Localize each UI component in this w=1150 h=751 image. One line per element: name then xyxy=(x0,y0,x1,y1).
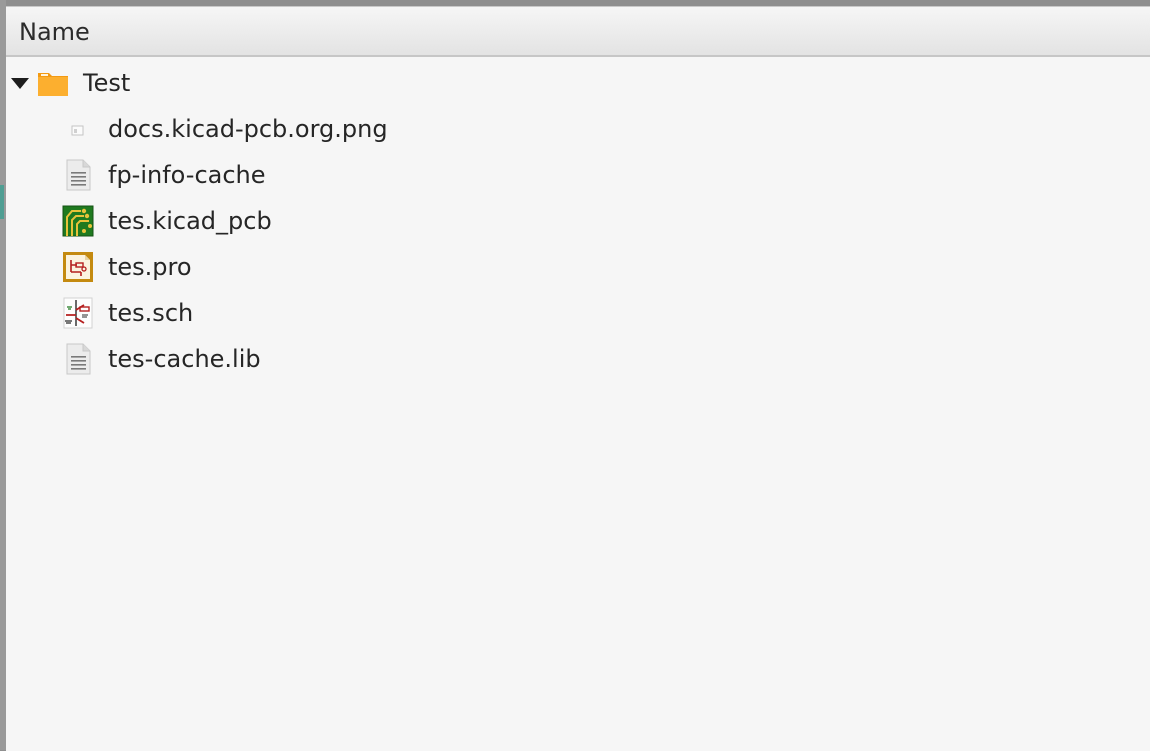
text-file-icon xyxy=(62,343,94,375)
expand-arrow-icon[interactable] xyxy=(11,77,29,89)
file-label: docs.kicad-pcb.org.png xyxy=(108,115,388,143)
name-column-header[interactable]: Name xyxy=(6,7,1150,57)
kicad-project-icon xyxy=(62,251,94,283)
tree-item-row[interactable]: docs.kicad-pcb.org.png xyxy=(62,109,388,149)
image-file-icon xyxy=(62,113,94,145)
tree-item-row[interactable]: fp-info-cache xyxy=(62,155,266,195)
folder-icon xyxy=(37,67,69,99)
tree-item-row[interactable]: tes-cache.lib xyxy=(62,339,261,379)
tree-item-row[interactable]: tes.sch xyxy=(62,293,193,333)
file-label: tes.kicad_pcb xyxy=(108,207,272,235)
file-label: fp-info-cache xyxy=(108,161,266,189)
tree-folder-row[interactable]: Test xyxy=(11,63,130,103)
kicad-pcb-icon xyxy=(62,205,94,237)
project-tree-panel: Name Test docs.kicad-pcb.org.png fp-info… xyxy=(6,6,1150,751)
folder-label: Test xyxy=(83,69,131,97)
file-browser-window: Name Test docs.kicad-pcb.org.png fp-info… xyxy=(0,0,1150,751)
kicad-schematic-icon xyxy=(62,297,94,329)
file-label: tes-cache.lib xyxy=(108,345,261,373)
file-label: tes.pro xyxy=(108,253,192,281)
name-column-label: Name xyxy=(19,18,90,46)
file-label: tes.sch xyxy=(108,299,194,327)
tree-item-row[interactable]: tes.kicad_pcb xyxy=(62,201,272,241)
text-file-icon xyxy=(62,159,94,191)
tree-item-row[interactable]: tes.pro xyxy=(62,247,192,287)
side-accent-strip xyxy=(0,185,4,219)
